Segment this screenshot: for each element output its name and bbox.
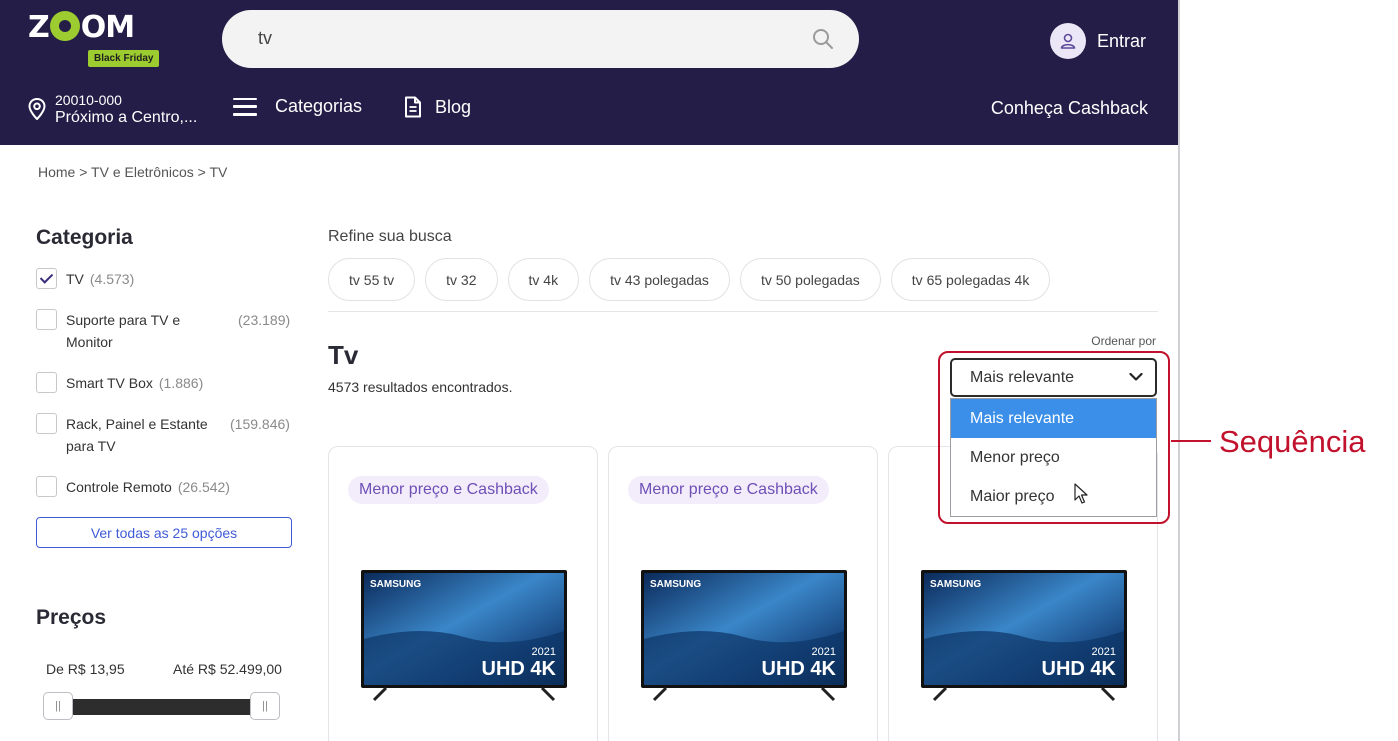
tv-product-image[interactable]: SAMSUNG 2021 UHD 4K [640, 569, 848, 704]
divider [328, 311, 1158, 312]
chip-suggestion[interactable]: tv 32 [425, 258, 498, 301]
checkbox-checked-icon[interactable] [36, 268, 57, 289]
annotation-connector-line [1171, 440, 1211, 442]
price-max-label: Até R$ 52.499,00 [173, 661, 282, 677]
price-slider-max-handle[interactable]: || [250, 692, 280, 720]
svg-text:SAMSUNG: SAMSUNG [370, 579, 421, 590]
chip-suggestion[interactable]: tv 43 polegadas [589, 258, 730, 301]
checkbox-icon[interactable] [36, 413, 57, 434]
filter-item-rack[interactable]: Rack, Painel e Estante para TV [36, 413, 216, 457]
zoom-logo[interactable]: Z OM Black Friday [28, 10, 173, 68]
search-value: tv [258, 28, 273, 48]
top-header: Z OM Black Friday tv Entrar 20010-000 Pr… [0, 0, 1178, 145]
filter-label: Controle Remoto (26.542) [66, 479, 230, 495]
filter-item-suporte[interactable]: Suporte para TV e Monitor [36, 309, 206, 353]
chip-suggestion[interactable]: tv 55 tv [328, 258, 416, 301]
price-title: Preços [36, 606, 107, 629]
filter-item-smart-tv-box[interactable]: Smart TV Box (1.886) [36, 372, 204, 394]
login-button[interactable]: Entrar [1050, 22, 1146, 60]
svg-text:2021: 2021 [1092, 646, 1116, 658]
search-icon[interactable] [811, 27, 835, 51]
checkbox-icon[interactable] [36, 309, 57, 330]
cashback-link[interactable]: Conheça Cashback [991, 98, 1148, 119]
svg-text:UHD 4K: UHD 4K [1042, 658, 1117, 680]
svg-text:2021: 2021 [812, 646, 836, 658]
breadcrumb[interactable]: Home > TV e Eletrônicos > TV [38, 164, 227, 180]
document-icon [405, 96, 421, 118]
location-cep: 20010-000 [55, 92, 122, 108]
chip-suggestion[interactable]: tv 50 polegadas [739, 258, 881, 301]
card-badge: Menor preço e Cashback [628, 476, 829, 504]
card-badge: Menor preço e Cashback [348, 476, 549, 504]
refine-label: Refine sua busca [328, 228, 452, 245]
refine-chips: tv 55 tv tv 32 tv 4k tv 43 polegadas tv … [328, 258, 1060, 301]
black-friday-badge: Black Friday [88, 50, 160, 67]
see-all-options-button[interactable]: Ver todas as 25 opções [36, 517, 292, 548]
svg-text:UHD 4K: UHD 4K [482, 658, 557, 680]
login-label: Entrar [1097, 30, 1147, 51]
annotation-highlight-box [938, 351, 1170, 524]
chip-suggestion[interactable]: tv 65 polegadas 4k [890, 258, 1051, 301]
filter-label: Rack, Painel e Estante para TV [66, 416, 208, 454]
product-card[interactable]: Menor preço e Cashback SAMSUNG 2021 UHD … [328, 446, 598, 741]
results-title: Tv [328, 340, 359, 370]
filter-label: TV (4.573) [66, 271, 135, 287]
tv-product-image[interactable]: SAMSUNG 2021 UHD 4K [360, 569, 568, 704]
location-selector[interactable]: 20010-000 Próximo a Centro,... [28, 92, 197, 126]
price-slider-min-handle[interactable]: || [43, 692, 73, 720]
product-card[interactable]: Menor preço e Cashback SAMSUNG 2021 UHD … [608, 446, 878, 741]
hamburger-icon [233, 97, 257, 116]
logo-o-icon [49, 11, 80, 41]
location-pin-icon [28, 98, 46, 120]
results-count: 4573 resultados encontrados. [328, 379, 513, 395]
svg-text:SAMSUNG: SAMSUNG [930, 579, 981, 590]
svg-text:UHD 4K: UHD 4K [762, 658, 837, 680]
categories-menu-button[interactable]: Categorias [233, 96, 362, 117]
filter-label: Smart TV Box (1.886) [66, 375, 204, 391]
checkbox-icon[interactable] [36, 476, 57, 497]
filter-count: (159.846) [230, 416, 290, 432]
categories-label: Categorias [275, 96, 363, 116]
filter-label: Suporte para TV e Monitor [66, 312, 181, 350]
blog-link[interactable]: Blog [403, 96, 471, 118]
annotation-label: Sequência [1219, 424, 1366, 459]
location-address: Próximo a Centro,... [55, 109, 198, 126]
search-input[interactable]: tv [222, 10, 859, 68]
sort-label: Ordenar por [1091, 334, 1156, 348]
checkbox-icon[interactable] [36, 372, 57, 393]
page: Z OM Black Friday tv Entrar 20010-000 Pr… [0, 0, 1180, 741]
svg-text:2021: 2021 [532, 646, 556, 658]
chip-suggestion[interactable]: tv 4k [507, 258, 580, 301]
user-icon [1050, 23, 1086, 59]
location-text: 20010-000 Próximo a Centro,... [55, 92, 197, 126]
tv-product-image[interactable]: SAMSUNG 2021 UHD 4K [920, 569, 1128, 704]
svg-text:SAMSUNG: SAMSUNG [650, 579, 701, 590]
price-slider-track[interactable] [52, 699, 272, 715]
filter-item-controle-remoto[interactable]: Controle Remoto (26.542) [36, 476, 230, 498]
category-title: Categoria [36, 226, 133, 249]
price-min-label: De R$ 13,95 [46, 661, 125, 677]
blog-label: Blog [435, 96, 472, 117]
filter-count: (23.189) [238, 312, 291, 328]
filter-item-tv[interactable]: TV (4.573) [36, 268, 135, 290]
logo-wordmark: Z OM [28, 10, 135, 45]
